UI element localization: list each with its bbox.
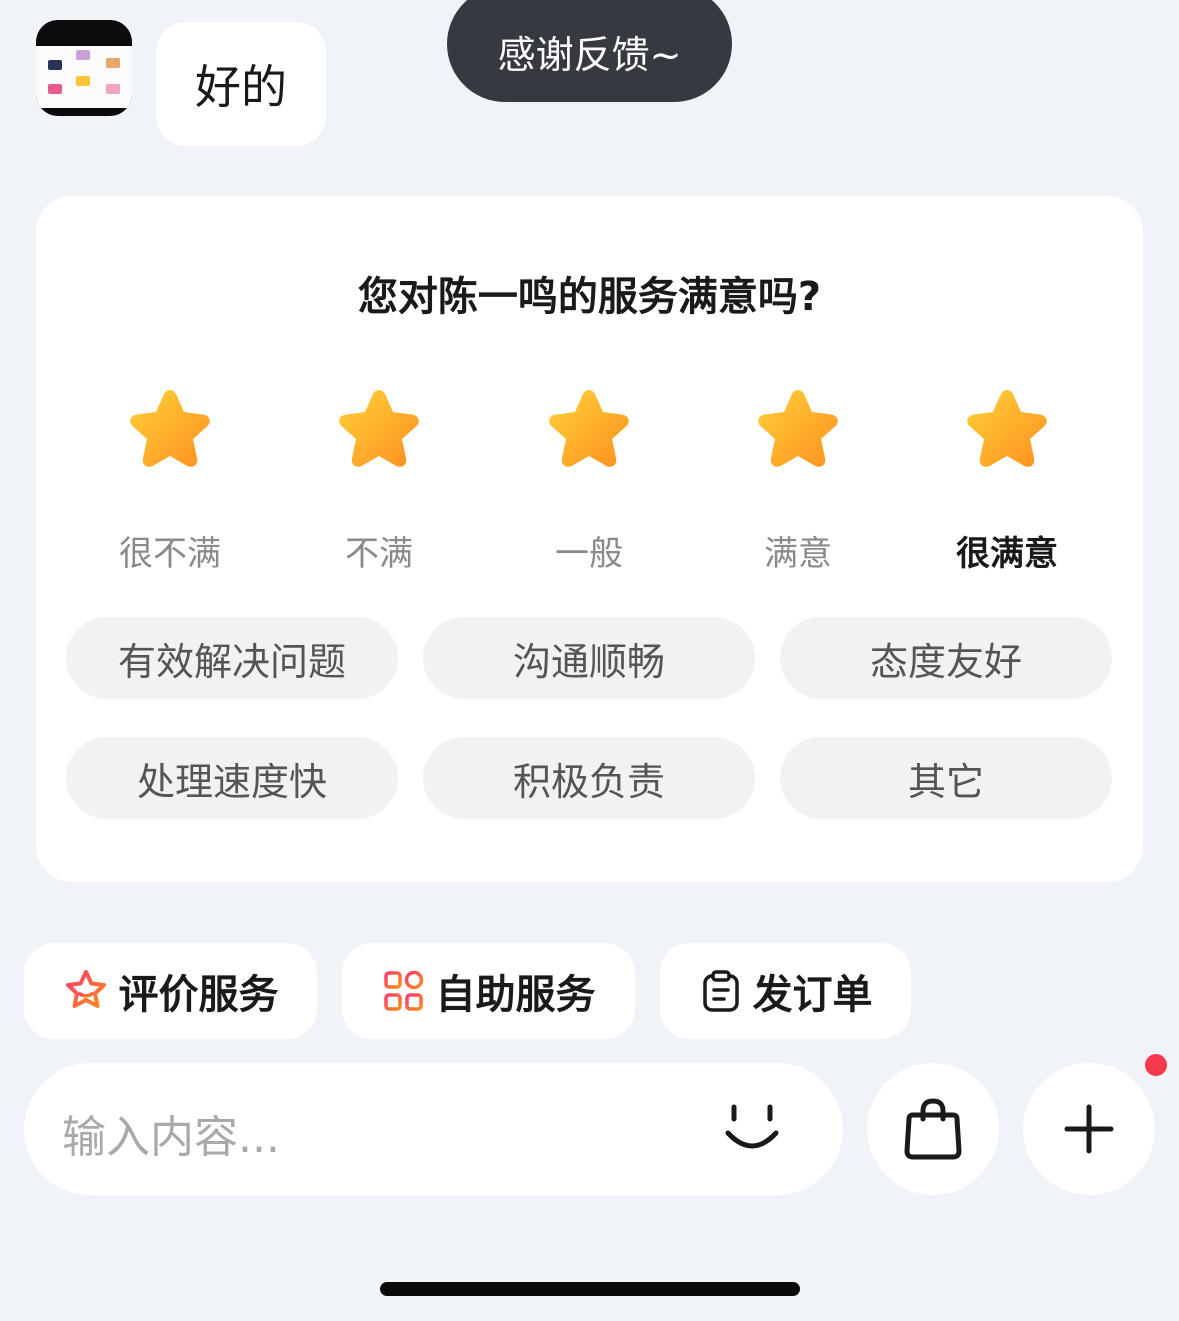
rating-label: 满意 bbox=[764, 534, 832, 574]
send-order-label: 发订单 bbox=[752, 972, 873, 1018]
add-button[interactable] bbox=[1023, 1063, 1155, 1195]
rating-label-selected: 很满意 bbox=[956, 534, 1058, 574]
feedback-tag[interactable]: 有效解决问题 bbox=[66, 617, 398, 699]
send-order-button[interactable]: 发订单 bbox=[660, 943, 911, 1039]
chat-message-bubble: 好的 bbox=[156, 22, 326, 146]
feedback-tag[interactable]: 积极负责 bbox=[423, 737, 755, 819]
rating-label: 一般 bbox=[555, 534, 623, 574]
clipboard-icon bbox=[702, 970, 739, 1012]
feedback-tag[interactable]: 沟通顺畅 bbox=[423, 617, 755, 699]
toast-text: 感谢反馈~ bbox=[497, 32, 682, 77]
plus-icon bbox=[1064, 1104, 1114, 1154]
rating-option-satisfied[interactable]: 满意 bbox=[708, 386, 888, 575]
chat-avatar[interactable] bbox=[36, 20, 132, 116]
star-icon bbox=[120, 386, 220, 482]
input-placeholder: 输入内容... bbox=[62, 1112, 280, 1163]
star-outline-icon bbox=[65, 970, 106, 1008]
star-icon bbox=[957, 386, 1057, 482]
avatar-image bbox=[36, 46, 132, 108]
feedback-tag[interactable]: 处理速度快 bbox=[66, 737, 398, 819]
rating-option-neutral[interactable]: 一般 bbox=[499, 386, 679, 575]
shopping-bag-icon bbox=[904, 1098, 962, 1160]
shopping-bag-button[interactable] bbox=[867, 1063, 999, 1195]
chat-message-text: 好的 bbox=[195, 60, 287, 114]
home-indicator bbox=[380, 1282, 800, 1296]
message-input[interactable]: 输入内容... bbox=[24, 1063, 843, 1195]
rating-label: 不满 bbox=[345, 534, 413, 574]
feedback-tag[interactable]: 其它 bbox=[780, 737, 1112, 819]
notification-dot bbox=[1145, 1054, 1167, 1076]
feedback-toast: 感谢反馈~ bbox=[447, 0, 732, 102]
feedback-tag[interactable]: 态度友好 bbox=[780, 617, 1112, 699]
star-icon bbox=[748, 386, 848, 482]
rating-option-very-dissatisfied[interactable]: 很不满 bbox=[80, 386, 260, 575]
rate-service-button[interactable]: 评价服务 bbox=[24, 943, 317, 1039]
apps-icon bbox=[383, 970, 423, 1011]
rating-label: 很不满 bbox=[119, 534, 221, 574]
star-icon bbox=[539, 386, 639, 482]
rating-option-dissatisfied[interactable]: 不满 bbox=[289, 386, 469, 575]
star-icon bbox=[329, 386, 429, 482]
rating-option-very-satisfied[interactable]: 很满意 bbox=[917, 386, 1097, 575]
self-service-label: 自助服务 bbox=[435, 972, 596, 1018]
card-title: 您对陈一鸣的服务满意吗? bbox=[357, 274, 822, 320]
satisfaction-card: 您对陈一鸣的服务满意吗? 很不满 不满 一般 满意 很满意 有效解决问题 沟通顺… bbox=[36, 196, 1143, 882]
self-service-button[interactable]: 自助服务 bbox=[342, 943, 635, 1039]
rate-service-label: 评价服务 bbox=[118, 972, 279, 1018]
smile-icon[interactable] bbox=[720, 1099, 784, 1159]
